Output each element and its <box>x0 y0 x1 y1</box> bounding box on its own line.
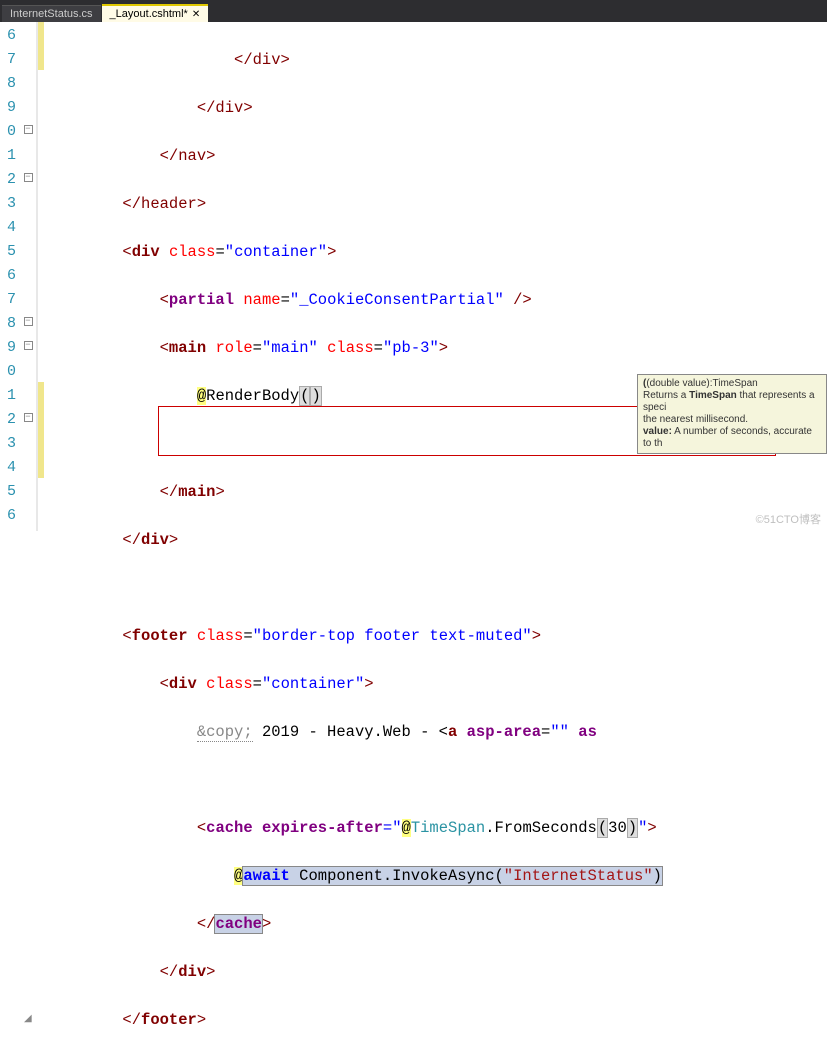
code-line: @await Component.InvokeAsync("InternetSt… <box>48 864 827 888</box>
code-line: </header> <box>48 192 827 216</box>
code-line: <div class="container"> <box>48 672 827 696</box>
code-line: </div> <box>48 528 827 552</box>
code-line <box>48 768 827 792</box>
code-line: <partial name="_CookieConsentPartial" /> <box>48 288 827 312</box>
code-line: </cache> <box>48 912 827 936</box>
code-editor[interactable]: 678 901 234 567 890 123 456 − − − − − </… <box>0 22 827 531</box>
code-line: </div> <box>48 960 827 984</box>
code-line: </div> <box>48 96 827 120</box>
fold-icon[interactable]: − <box>24 125 33 134</box>
code-line: </div> <box>48 48 827 72</box>
fold-icon[interactable]: − <box>24 317 33 326</box>
code-area[interactable]: </div> </div> </nav> </header> <div clas… <box>44 22 827 531</box>
tab-layout-cshtml[interactable]: _Layout.cshtml* ✕ <box>102 4 209 22</box>
watermark: ©51CTO博客 <box>756 511 821 527</box>
code-line: </footer>◢ <box>48 1008 827 1032</box>
fold-icon[interactable]: − <box>24 413 33 422</box>
code-line: </main> <box>48 480 827 504</box>
fold-icon[interactable]: − <box>24 341 33 350</box>
code-line: </nav> <box>48 144 827 168</box>
fold-column: − − − − − <box>20 22 38 531</box>
code-line: <div class="container"> <box>48 240 827 264</box>
code-line: <footer class="border-top footer text-mu… <box>48 624 827 648</box>
tab-internetstatus[interactable]: InternetStatus.cs <box>2 5 101 22</box>
fold-icon[interactable]: − <box>24 173 33 182</box>
tab-bar: InternetStatus.cs _Layout.cshtml* ✕ <box>0 0 827 22</box>
code-line: <cache expires-after="@TimeSpan.FromSeco… <box>48 816 827 840</box>
line-number-gutter: 678 901 234 567 890 123 456 <box>0 22 20 531</box>
code-line: <main role="main" class="pb-3"> <box>48 336 827 360</box>
code-line: &copy; 2019 - Heavy.Web - <a asp-area=""… <box>48 720 827 744</box>
code-line <box>48 576 827 600</box>
intellisense-tooltip: ((double value):TimeSpan Returns a TimeS… <box>637 374 827 454</box>
caret-indicator-icon: ◢ <box>24 1008 32 1032</box>
close-icon[interactable]: ✕ <box>192 9 200 20</box>
